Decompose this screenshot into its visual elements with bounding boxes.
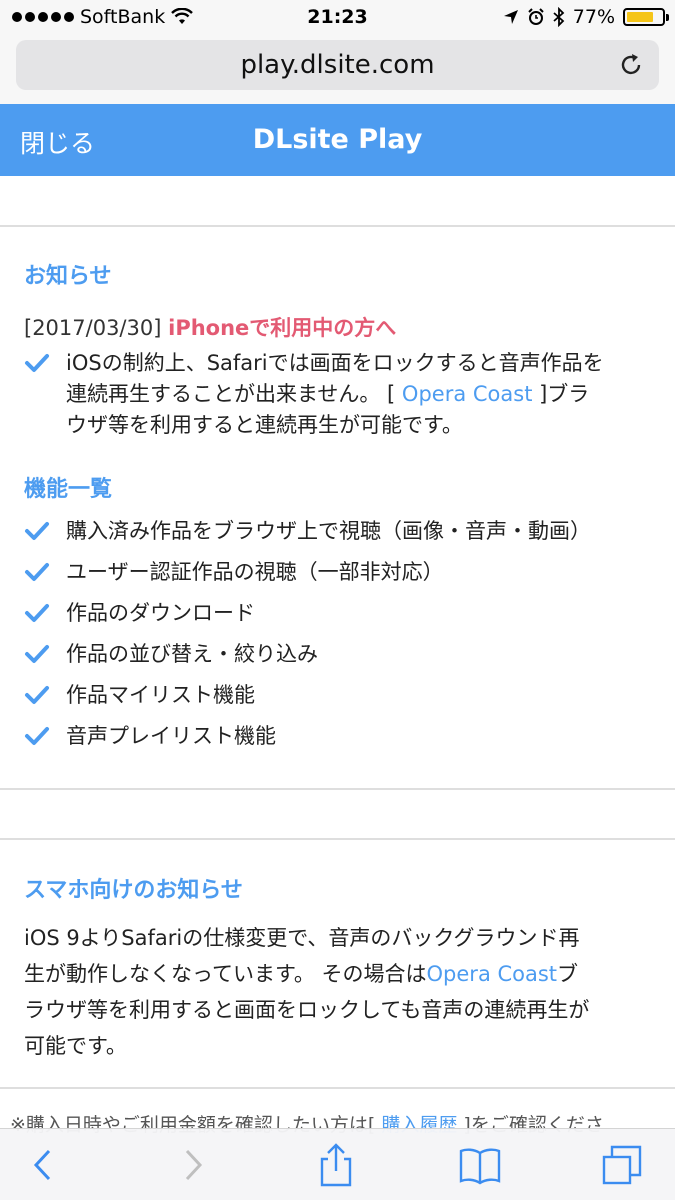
url-text: play.dlsite.com <box>240 50 435 80</box>
status-right: 77% <box>503 6 669 28</box>
forward-icon[interactable] <box>170 1143 214 1187</box>
divider <box>0 838 675 840</box>
feature-label: 作品の並び替え・絞り込み <box>66 642 318 666</box>
check-icon <box>25 727 49 745</box>
divider <box>0 788 675 790</box>
check-icon <box>25 645 49 663</box>
feature-label: 作品マイリスト機能 <box>66 683 255 707</box>
back-icon[interactable] <box>22 1143 66 1187</box>
reload-icon[interactable] <box>617 51 645 79</box>
address-bar[interactable]: play.dlsite.com <box>16 40 659 90</box>
feature-label: 購入済み作品をブラウザ上で視聴（画像・音声・動画） <box>66 519 591 543</box>
check-icon <box>25 604 49 622</box>
notice-body-line2: 連続再生することが出来ません。 [ Opera Coast ]ブラ <box>66 382 590 406</box>
alarm-icon <box>528 8 544 25</box>
address-bar-area: play.dlsite.com <box>0 36 675 104</box>
opera-coast-link[interactable]: Opera Coast <box>427 962 558 986</box>
share-icon[interactable] <box>314 1143 358 1187</box>
browser-toolbar <box>0 1128 675 1200</box>
feature-label: 音声プレイリスト機能 <box>66 724 276 748</box>
battery-percent: 77% <box>572 6 615 28</box>
opera-coast-link[interactable]: Opera Coast <box>402 382 533 406</box>
tabs-icon[interactable] <box>600 1143 644 1187</box>
location-arrow-icon <box>503 10 518 24</box>
divider <box>0 225 675 227</box>
status-bar: SoftBank 21:23 77% <box>0 0 675 36</box>
feature-label: 作品のダウンロード <box>66 601 255 625</box>
battery-icon <box>623 8 669 26</box>
bluetooth-icon <box>553 7 565 27</box>
check-icon <box>25 686 49 704</box>
divider <box>0 1087 675 1089</box>
bookmarks-icon[interactable] <box>458 1143 502 1187</box>
news-headline[interactable]: iPhoneで利用中の方へ <box>168 316 396 340</box>
check-icon <box>25 563 49 581</box>
feature-label: ユーザー認証作品の視聴（一部非対応） <box>66 560 444 584</box>
app-title: DLsite Play <box>252 124 423 155</box>
news-entry: [2017/03/30] iPhoneで利用中の方へ <box>24 312 654 342</box>
smartphone-notice-title: スマホ向けのお知らせ <box>24 878 243 903</box>
check-icon <box>25 522 49 540</box>
features-title: 機能一覧 <box>24 477 113 502</box>
notice-body-line3: ウザ等を利用すると連続再生が可能です。 <box>66 413 463 437</box>
news-date: [2017/03/30] <box>24 316 162 340</box>
notice-body-line1: iOSの制約上、Safariでは画面をロックすると音声作品を <box>66 351 604 375</box>
app-header: 閉じる DLsite Play <box>0 104 675 176</box>
check-icon <box>25 354 49 372</box>
smartphone-notice-body: iOS 9よりSafariの仕様変更で、音声のバックグラウンド再 生が動作しなく… <box>24 926 590 1058</box>
notice-title: お知らせ <box>24 264 112 289</box>
